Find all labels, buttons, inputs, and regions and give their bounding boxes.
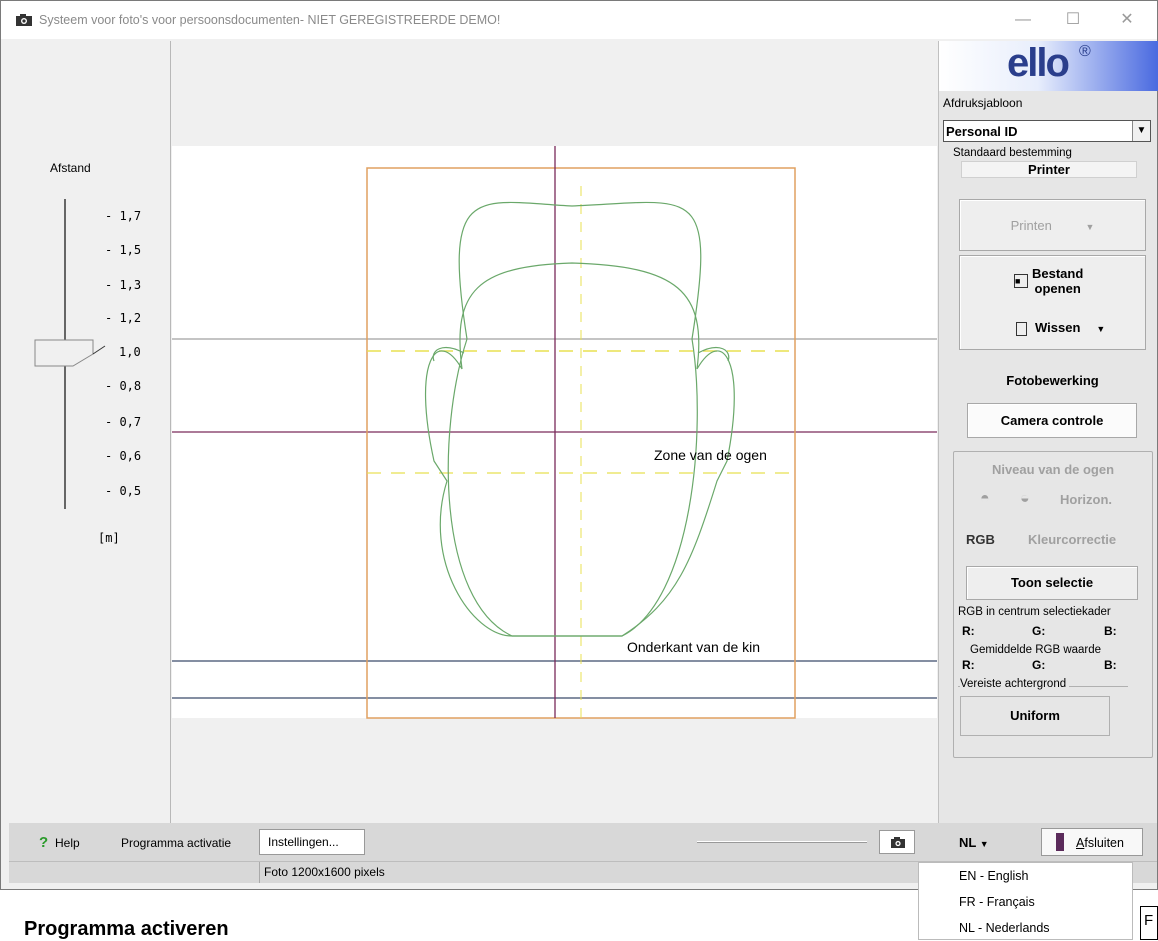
chevron-down-icon: ▼ bbox=[979, 839, 989, 849]
minimize-button[interactable]: — bbox=[1009, 7, 1037, 33]
help-icon[interactable]: ? bbox=[39, 834, 48, 851]
exit-button[interactable]: Afsluiten bbox=[1041, 828, 1143, 856]
eye-left-icon[interactable]: ◓ bbox=[980, 490, 990, 508]
new-document-icon bbox=[1016, 321, 1027, 336]
camera-control-button[interactable]: Camera controle bbox=[967, 403, 1137, 438]
tick-1-0: 1,0 bbox=[119, 345, 141, 359]
clear-button[interactable]: Wissen ▼ bbox=[1016, 320, 1105, 336]
window-title: Systeem voor foto's voor persoonsdocumen… bbox=[39, 13, 501, 27]
eye-level-label: Niveau van de ogen bbox=[991, 462, 1115, 477]
registered-mark: ® bbox=[1079, 43, 1091, 60]
eyes-zone-label: Zone van de ogen bbox=[654, 447, 767, 463]
file-group: ■ Bestand openen Wissen ▼ bbox=[959, 255, 1146, 350]
distance-panel: Afstand - 1,7 - 1,5 - 1,3 - 1,2 1,0 - 0,… bbox=[9, 41, 171, 823]
chevron-down-icon[interactable]: ▼ bbox=[1132, 121, 1150, 141]
save-disk-icon: ■ bbox=[1014, 274, 1028, 288]
avg-rgb-g: G: bbox=[1032, 658, 1046, 672]
language-menu: EN - English FR - Français NL - Nederlan… bbox=[918, 862, 1133, 940]
avg-rgb-r: R: bbox=[962, 658, 975, 672]
maximize-button[interactable]: ☐ bbox=[1059, 7, 1087, 33]
camera-icon bbox=[16, 14, 32, 26]
door-exit-icon bbox=[1056, 833, 1064, 851]
clear-label: Wissen bbox=[1035, 320, 1081, 335]
progress-bar bbox=[697, 841, 867, 843]
language-button[interactable]: NL ▼ bbox=[959, 835, 989, 850]
chevron-down-icon[interactable]: ▼ bbox=[1096, 324, 1105, 334]
print-button[interactable]: Printen ▼ bbox=[959, 199, 1146, 251]
open-label-1: Bestand bbox=[1032, 266, 1084, 281]
rgb-center-g: G: bbox=[1032, 624, 1046, 638]
eye-right-icon[interactable]: ◒ bbox=[1020, 490, 1030, 508]
template-value: Personal ID bbox=[946, 124, 1018, 139]
tick-0-8: - 0,8 bbox=[105, 379, 142, 393]
tick-0-5: - 0,5 bbox=[105, 484, 142, 498]
exit-label: Afsluiten bbox=[1076, 836, 1124, 850]
tick-0-6: - 0,6 bbox=[105, 449, 142, 463]
language-option-nl[interactable]: NL - Nederlands bbox=[919, 915, 1132, 941]
template-select[interactable]: Personal ID ▼ bbox=[943, 120, 1151, 142]
app-window: Systeem voor foto's voor persoonsdocumen… bbox=[0, 0, 1158, 890]
avg-rgb-b: B: bbox=[1104, 658, 1117, 672]
ello-logo: ello bbox=[1007, 41, 1070, 85]
rgb-center-label: RGB in centrum selectiekader bbox=[958, 606, 1111, 618]
photo-edit-label: Fotobewerking bbox=[1006, 373, 1099, 388]
rgb-center-r: R: bbox=[962, 624, 975, 638]
tick-1-3: - 1,3 bbox=[105, 278, 142, 292]
show-selection-button[interactable]: Toon selectie bbox=[966, 566, 1138, 600]
right-panel: ello ® Afdruksjabloon Personal ID ▼ Stan… bbox=[938, 41, 1158, 823]
chevron-down-icon: ▼ bbox=[1085, 222, 1095, 232]
tick-1-2: - 1,2 bbox=[105, 311, 142, 325]
destination-label: Standaard bestemming bbox=[953, 147, 1072, 159]
rgb-center-b: B: bbox=[1104, 624, 1117, 638]
color-correction-button[interactable]: Kleurcorrectie bbox=[1028, 532, 1116, 547]
close-window-button[interactable]: ✕ bbox=[1113, 7, 1141, 33]
camera-capture-button[interactable] bbox=[879, 830, 915, 854]
distance-slider-thumb[interactable] bbox=[33, 336, 113, 370]
tick-1-5: - 1,5 bbox=[105, 243, 142, 257]
tick-0-7: - 0,7 bbox=[105, 415, 142, 429]
language-option-en[interactable]: EN - English bbox=[919, 863, 1132, 889]
horizon-button[interactable]: Horizon. bbox=[1060, 492, 1112, 507]
partial-box: F bbox=[1140, 906, 1158, 940]
language-code: NL bbox=[959, 835, 977, 850]
title-bar: Systeem voor foto's voor persoonsdocumen… bbox=[1, 1, 1157, 39]
brand-header: ello ® bbox=[939, 41, 1158, 91]
help-button[interactable]: Help bbox=[55, 836, 80, 850]
exit-label-rest: fsluiten bbox=[1084, 836, 1124, 850]
rgb-label: RGB bbox=[966, 532, 995, 547]
chin-label: Onderkant van de kin bbox=[627, 639, 761, 655]
destination-value: Printer bbox=[961, 161, 1137, 178]
photo-canvas[interactable]: Zone van de ogen Onderkant van de kin bbox=[172, 41, 937, 823]
edit-group: Niveau van de ogen ◓ ◒ Horizon. RGB Kleu… bbox=[953, 451, 1153, 758]
face-guides bbox=[172, 146, 937, 719]
required-bg-label: Vereiste achtergrond bbox=[960, 678, 1070, 690]
open-file-button[interactable]: ■ Bestand openen bbox=[1014, 266, 1134, 296]
distance-unit: [m] bbox=[98, 531, 120, 545]
photo-info: Foto 1200x1600 pixels bbox=[259, 862, 929, 883]
template-label: Afdruksjabloon bbox=[943, 96, 1023, 110]
tick-1-7: - 1,7 bbox=[105, 209, 142, 223]
settings-button[interactable]: Instellingen... bbox=[259, 829, 365, 855]
page-heading: Programma activeren bbox=[24, 918, 229, 940]
activation-button[interactable]: Programma activatie bbox=[121, 836, 231, 850]
avg-rgb-label: Gemiddelde RGB waarde bbox=[970, 644, 1102, 656]
language-option-fr[interactable]: FR - Français bbox=[919, 889, 1132, 915]
camera-icon bbox=[891, 837, 905, 848]
distance-label: Afstand bbox=[50, 161, 91, 175]
required-bg-value: Uniform bbox=[960, 696, 1110, 736]
open-label-2: openen bbox=[1034, 281, 1081, 296]
bottom-toolbar: ? Help Programma activatie Instellingen.… bbox=[9, 823, 1157, 861]
print-label: Printen bbox=[1010, 218, 1052, 233]
